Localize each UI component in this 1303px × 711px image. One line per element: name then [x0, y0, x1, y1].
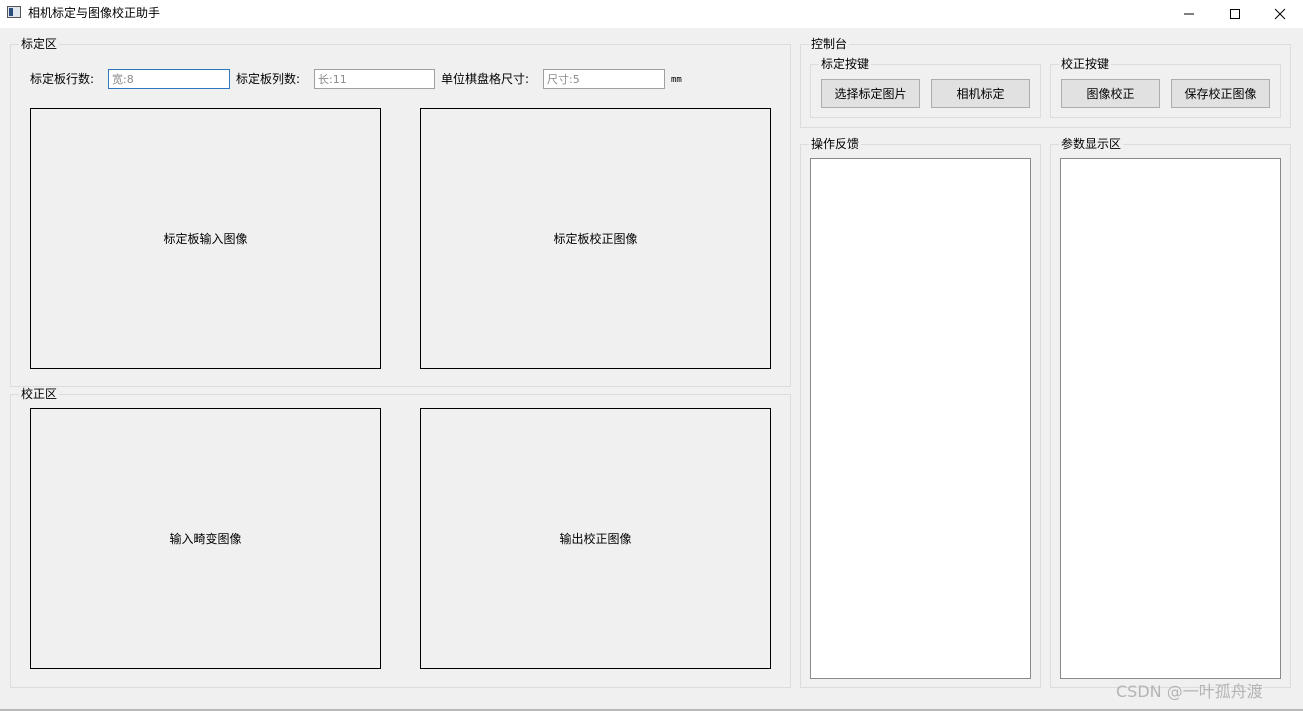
- unit-label: mm: [671, 75, 682, 85]
- calibration-keys-title: 标定按键: [819, 57, 872, 72]
- correction-keys-title: 校正按键: [1059, 57, 1112, 72]
- parameter-display-textbox[interactable]: [1060, 158, 1281, 679]
- save-corrected-image-button[interactable]: 保存校正图像: [1171, 79, 1270, 108]
- rows-label: 标定板行数:: [30, 72, 95, 86]
- minimize-button[interactable]: [1166, 0, 1212, 28]
- corrected-output-image-panel: 输出校正图像: [420, 408, 771, 669]
- image-correction-button[interactable]: 图像校正: [1061, 79, 1160, 108]
- calibration-corrected-image-panel: 标定板校正图像: [420, 108, 771, 369]
- corrected-output-image-label: 输出校正图像: [559, 532, 632, 546]
- app-window-icon: [7, 6, 21, 18]
- minimize-icon: [1184, 13, 1194, 15]
- window-title: 相机标定与图像校正助手: [28, 6, 161, 20]
- camera-calibration-button[interactable]: 相机标定: [931, 79, 1030, 108]
- operation-feedback-title: 操作反馈: [809, 137, 862, 152]
- correction-area-title: 校正区: [19, 387, 60, 402]
- cols-label: 标定板列数:: [236, 72, 301, 86]
- cols-input[interactable]: [314, 69, 435, 89]
- distorted-input-image-label: 输入畸变图像: [169, 532, 242, 546]
- calibration-area-title: 标定区: [19, 37, 60, 52]
- maximize-button[interactable]: [1212, 0, 1258, 28]
- square-size-label: 单位棋盘格尺寸:: [441, 72, 530, 86]
- distorted-input-image-panel: 输入畸变图像: [30, 408, 381, 669]
- close-button[interactable]: [1257, 0, 1303, 28]
- watermark: CSDN @一叶孤舟渡: [1116, 682, 1263, 701]
- select-calibration-images-button[interactable]: 选择标定图片: [821, 79, 920, 108]
- close-icon: [1274, 8, 1286, 20]
- parameter-display-title: 参数显示区: [1059, 137, 1124, 152]
- maximize-icon: [1230, 9, 1240, 19]
- title-bar: 相机标定与图像校正助手: [0, 0, 1303, 28]
- calibration-input-image-panel: 标定板输入图像: [30, 108, 381, 369]
- console-title: 控制台: [809, 37, 850, 52]
- square-size-input[interactable]: [543, 69, 665, 89]
- calibration-corrected-image-label: 标定板校正图像: [553, 232, 638, 246]
- rows-input[interactable]: [108, 69, 230, 89]
- operation-feedback-textbox[interactable]: [810, 158, 1031, 679]
- calibration-input-image-label: 标定板输入图像: [163, 232, 248, 246]
